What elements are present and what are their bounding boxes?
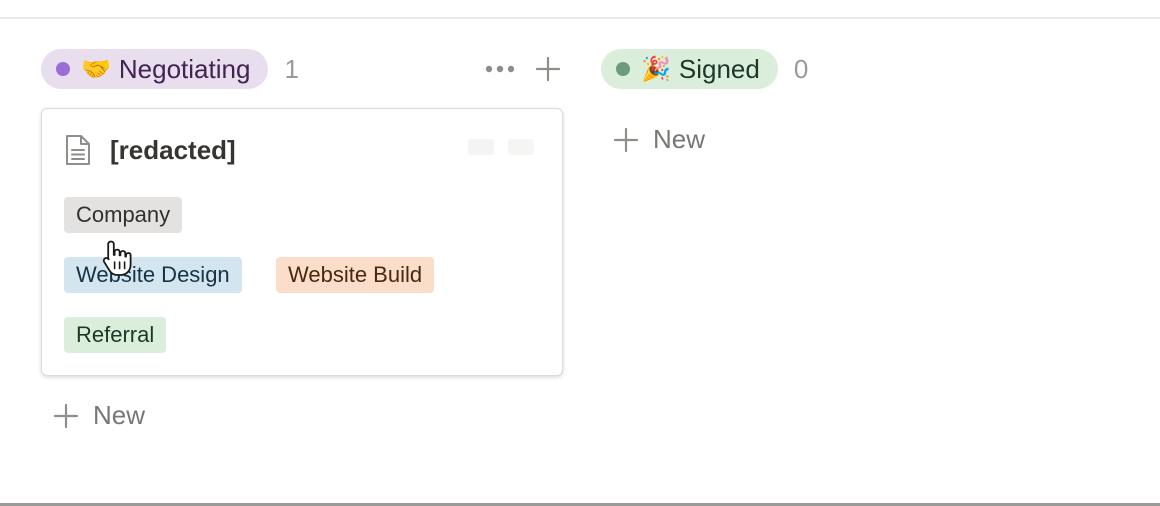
tag-company[interactable]: Company: [64, 197, 183, 233]
new-label: New: [93, 400, 146, 430]
more-options-button[interactable]: [485, 54, 515, 84]
column-actions: [485, 48, 563, 90]
status-label: Negotiating: [118, 53, 251, 84]
handshake-emoji: 🤝: [81, 55, 111, 83]
new-card-button-signed[interactable]: New: [613, 124, 705, 155]
card-title[interactable]: [redacted]: [110, 135, 236, 166]
board-column-negotiating: 🤝 Negotiating 1 [redacted] Company Websi…: [41, 48, 563, 430]
status-dot: [56, 62, 70, 76]
party-popper-emoji: 🎉: [641, 55, 671, 83]
column-header: 🤝 Negotiating 1: [41, 48, 563, 90]
column-count: 0: [793, 53, 809, 84]
plus-icon: [535, 56, 561, 82]
add-card-button[interactable]: [533, 54, 563, 84]
column-header: 🎉 Signed 0: [601, 48, 901, 90]
board-card[interactable]: [redacted] Company Website Design Websit…: [41, 108, 563, 376]
plus-icon: [53, 403, 79, 428]
status-pill-signed[interactable]: 🎉 Signed: [601, 49, 778, 89]
card-hover-actions: [468, 139, 534, 155]
tag-website-build[interactable]: Website Build: [276, 257, 435, 293]
board-column-signed: 🎉 Signed 0 New: [601, 48, 901, 154]
top-divider: [0, 17, 1160, 19]
more-horizontal-icon: [485, 65, 515, 73]
new-card-button-negotiating[interactable]: New: [53, 400, 145, 431]
tag-website-design[interactable]: Website Design: [64, 257, 242, 293]
page-icon: [66, 135, 90, 165]
plus-icon: [613, 127, 639, 152]
tag-referral[interactable]: Referral: [64, 317, 167, 353]
new-label: New: [653, 124, 706, 154]
status-dot: [616, 62, 630, 76]
status-pill-negotiating[interactable]: 🤝 Negotiating: [41, 49, 269, 89]
column-count: 1: [284, 53, 299, 84]
status-label: Signed: [678, 53, 760, 84]
card-title-row: [redacted]: [64, 133, 236, 167]
